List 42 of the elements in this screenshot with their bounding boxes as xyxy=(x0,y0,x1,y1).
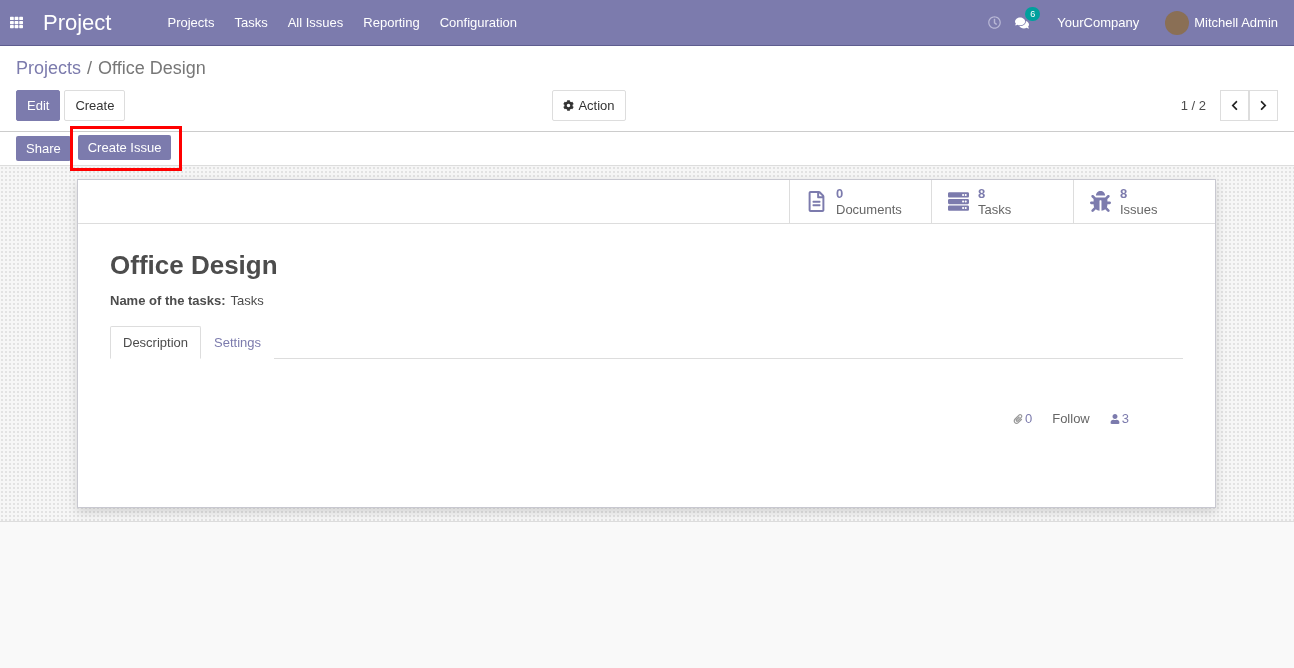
action-button[interactable]: Action xyxy=(552,90,626,121)
messages-icon[interactable] xyxy=(1015,15,1030,30)
breadcrumb-separator: / xyxy=(87,58,93,79)
menu-item[interactable]: Reporting xyxy=(353,15,430,30)
avatar-circle xyxy=(1165,10,1190,35)
follow-button[interactable]: Follow xyxy=(1052,411,1090,426)
clock-icon[interactable] xyxy=(988,16,1002,29)
previous-button[interactable] xyxy=(1220,90,1249,121)
chevron-right-icon xyxy=(1258,100,1269,111)
user-name[interactable]: Mitchell Admin xyxy=(1194,15,1278,30)
stat-button[interactable]: 8 Tasks xyxy=(931,180,1073,223)
bug-icon xyxy=(1090,191,1111,212)
pager-value: 1 / 2 xyxy=(1180,98,1206,113)
menu-item[interactable]: All Issues xyxy=(277,15,354,30)
followers-button[interactable]: 3 xyxy=(1109,411,1129,426)
field-label: Name of the tasks: xyxy=(110,293,226,308)
edit-button[interactable]: Edit xyxy=(16,90,61,121)
next-button[interactable] xyxy=(1249,90,1278,121)
header-button[interactable]: Share xyxy=(16,136,71,161)
stat-button[interactable]: 8 Issues xyxy=(1073,180,1215,223)
tab[interactable]: Description xyxy=(110,326,202,359)
chevron-left-icon xyxy=(1229,100,1240,111)
stat-button[interactable]: 0 Documents xyxy=(789,180,931,223)
paperclip-icon xyxy=(1012,413,1023,424)
menu-item[interactable]: Projects xyxy=(157,15,225,30)
company-name[interactable]: YourCompany xyxy=(1057,15,1140,30)
document-icon xyxy=(806,191,827,212)
user-icon xyxy=(1109,413,1120,424)
field-value: Tasks xyxy=(230,293,264,308)
tasks-icon xyxy=(948,191,969,212)
apps-menu-icon[interactable] xyxy=(10,16,23,29)
app-title: Project xyxy=(43,9,112,36)
menu-item[interactable]: Tasks xyxy=(224,15,278,30)
breadcrumb-link[interactable]: Projects xyxy=(16,58,82,79)
breadcrumb-current: Office Design xyxy=(98,58,206,79)
attachments-button[interactable]: 0 xyxy=(1012,411,1033,426)
menu-item[interactable]: Configuration xyxy=(429,15,528,30)
record-title: Office Design xyxy=(110,250,279,281)
header-button[interactable]: Create Issue xyxy=(77,135,172,160)
message-count-badge: 6 xyxy=(1025,6,1041,21)
gear-icon xyxy=(563,100,575,111)
create-button[interactable]: Create xyxy=(64,90,126,121)
